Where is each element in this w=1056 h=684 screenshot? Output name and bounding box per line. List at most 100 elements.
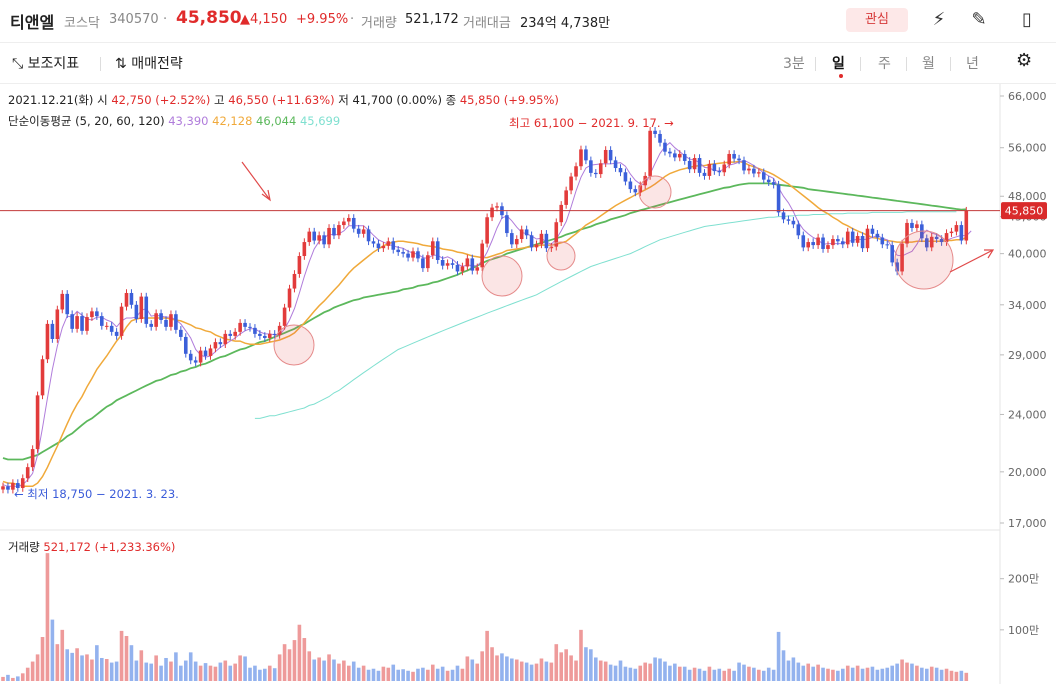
candle-body (124, 292, 129, 307)
candle-body (865, 228, 870, 249)
volume-bar (890, 665, 894, 681)
volume-bar (500, 653, 504, 681)
candle-body (613, 160, 618, 169)
candle-body (564, 190, 568, 205)
volume-bar (139, 650, 144, 681)
candle-body (885, 244, 890, 246)
volume-bar (514, 659, 519, 681)
candle-body (702, 172, 707, 176)
volume-bar (50, 619, 55, 681)
candle-body (875, 233, 880, 238)
candle-body (75, 316, 79, 329)
volume-bar (208, 665, 213, 681)
volume-bar (949, 670, 954, 681)
candle-body (287, 288, 292, 308)
volume-bar (144, 662, 149, 681)
candle-body (598, 163, 603, 175)
candle-body (544, 233, 549, 249)
candle-body (396, 249, 400, 253)
volume-bar (445, 670, 450, 681)
candle-body (361, 229, 366, 234)
candle-body (633, 189, 638, 193)
candle-body (65, 293, 70, 315)
candle-body (821, 237, 825, 249)
volume-bar (223, 660, 228, 681)
volume-bar (188, 652, 193, 681)
price-tick-label: 24,000 (1008, 408, 1047, 421)
volume-bar (75, 648, 79, 681)
volume-bar (574, 660, 578, 681)
volume-bar (663, 661, 667, 681)
price-tick-label: 56,000 (1008, 142, 1047, 155)
candle-body (6, 486, 10, 490)
volume-bar (159, 665, 163, 681)
candle-body (386, 241, 391, 246)
volume-bar (80, 655, 84, 681)
volume-bar (564, 649, 568, 681)
volume-bar (722, 670, 727, 681)
volume-bar (870, 666, 875, 681)
volume-bar (460, 668, 465, 681)
volume-bar (213, 666, 218, 681)
volume-bar (450, 669, 455, 681)
volume-bar (687, 669, 692, 681)
volume-bar (233, 663, 237, 681)
price-tick-label: 66,000 (1008, 90, 1047, 103)
candle-body (791, 220, 796, 225)
candle-body (539, 233, 544, 245)
volume-bar (272, 668, 277, 681)
volume-bar (831, 669, 835, 681)
price-chart[interactable]: 66,00056,00048,00045,00040,00034,00029,0… (0, 0, 1056, 684)
volume-bar (20, 673, 25, 681)
candle-body (722, 164, 727, 173)
volume-bar (766, 667, 771, 681)
candle-body (594, 172, 598, 175)
volume-bar (406, 670, 410, 681)
candle-body (356, 228, 361, 234)
volume-bar (638, 665, 643, 681)
candle-body (658, 133, 662, 143)
volume-bar (16, 676, 20, 681)
candle-body (351, 217, 356, 229)
candle-body (860, 236, 865, 249)
candle-body (272, 333, 277, 335)
volume-bar (603, 661, 608, 681)
volume-bar (934, 667, 939, 681)
volume-bar (396, 669, 400, 681)
volume-bar (198, 665, 203, 681)
candle-body (781, 212, 786, 220)
candle-body (391, 241, 396, 250)
candle-body (836, 239, 840, 242)
volume-bar (25, 667, 30, 681)
volume-bar (243, 656, 247, 681)
candle-body (648, 130, 652, 176)
candle-body (841, 241, 845, 245)
candle-body (742, 160, 746, 171)
candle-body (430, 241, 435, 256)
price-tick-label: 40,000 (1008, 248, 1047, 261)
volume-bar (944, 668, 949, 681)
candle-body (174, 314, 178, 330)
volume-bar (347, 665, 351, 681)
volume-tick-label: 200만 (1008, 573, 1039, 586)
volume-bar (549, 662, 554, 681)
volume-bar (109, 662, 114, 681)
volume-bar (495, 655, 499, 681)
volume-bar (65, 649, 70, 681)
volume-bar (747, 666, 751, 681)
candle-body (60, 293, 65, 310)
volume-bar (806, 663, 811, 681)
volume-bar (668, 665, 672, 681)
candle-body (55, 309, 60, 339)
candle-body (880, 237, 885, 245)
candle-body (302, 242, 307, 257)
volume-bar (781, 650, 786, 681)
candle-body (114, 331, 119, 336)
candle-body (297, 256, 302, 274)
candle-body (25, 467, 30, 479)
volume-bar (55, 644, 60, 681)
candle-body (811, 242, 815, 246)
volume-bar (692, 667, 697, 681)
volume-bar (287, 649, 292, 681)
current-price-marker-label: 45,850 (1005, 205, 1044, 218)
